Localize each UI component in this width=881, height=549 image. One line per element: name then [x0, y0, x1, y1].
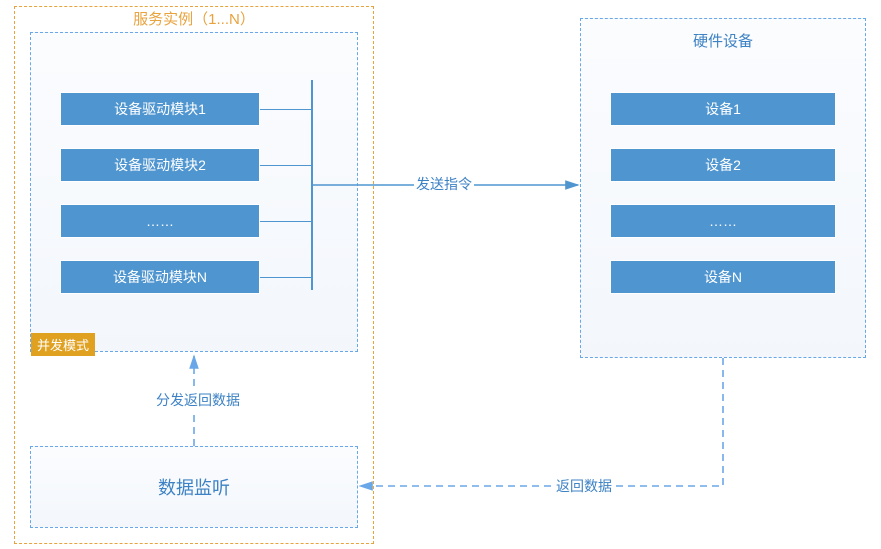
- concurrency-mode-badge: 并发模式: [31, 333, 95, 356]
- bus-tick: [260, 221, 311, 222]
- driver-module-item: 设备驱动模块1: [60, 92, 260, 126]
- hardware-device-item: 设备2: [610, 148, 836, 182]
- hardware-device-item: 设备1: [610, 92, 836, 126]
- data-listener-title: 数据监听: [30, 474, 358, 500]
- hardware-title: 硬件设备: [580, 30, 866, 51]
- hardware-device-item: ……: [610, 204, 836, 238]
- bus-tick: [260, 109, 311, 110]
- hardware-panel: [580, 18, 866, 358]
- arrow-return-data: [360, 358, 723, 486]
- service-instance-title: 服务实例（1...N）: [14, 8, 374, 29]
- hardware-device-item: 设备N: [610, 260, 836, 294]
- driver-module-item: 设备驱动模块2: [60, 148, 260, 182]
- driver-module-item: 设备驱动模块N: [60, 260, 260, 294]
- driver-modules-panel: [30, 32, 358, 352]
- bus-tick: [260, 165, 311, 166]
- arrow-label-dispatch-back: 分发返回数据: [154, 390, 242, 410]
- module-bus-line: [311, 80, 313, 290]
- bus-tick: [260, 277, 311, 278]
- arrow-label-send-command: 发送指令: [414, 174, 474, 194]
- driver-module-item: ……: [60, 204, 260, 238]
- arrow-label-return-data: 返回数据: [554, 476, 614, 496]
